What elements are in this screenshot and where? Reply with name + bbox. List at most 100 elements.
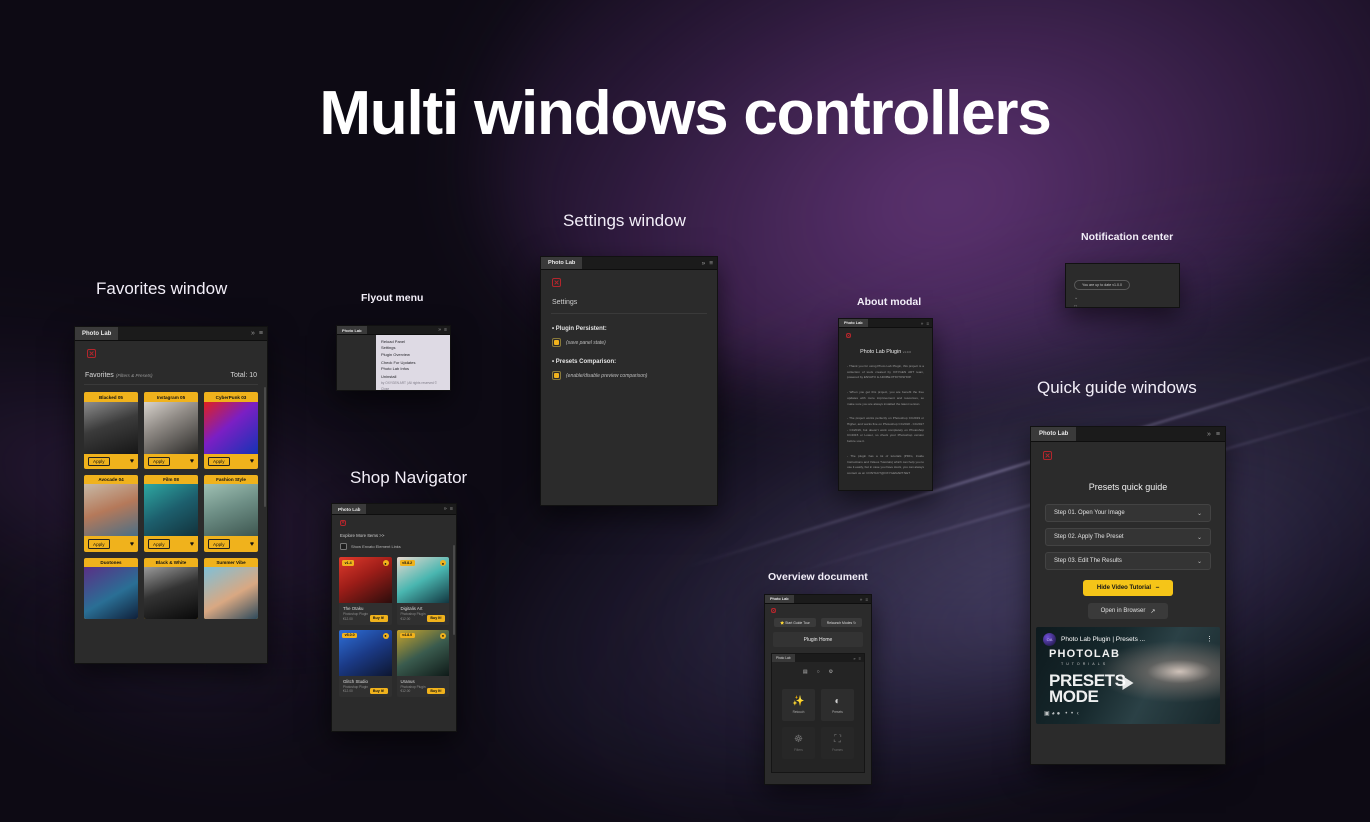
window-tab-photo-lab[interactable]: Photo Lab <box>337 326 367 334</box>
preset-card[interactable]: Black & White <box>144 557 198 620</box>
preset-card[interactable]: Blacked 05 Apply ♥ <box>84 392 138 469</box>
chevron-down-icon[interactable]: ⌄ <box>1197 558 1202 565</box>
apply-button[interactable]: Apply <box>148 539 170 549</box>
shop-item-card[interactable]: v5.8.2 ● Digitalis Art Photoshop Plugin €12.… <box>396 557 449 625</box>
hamburger-menu-icon[interactable]: ≡ <box>859 656 861 661</box>
shop-navigator-window[interactable]: Photo Lab » ≡ ✕ Explore More Items >> Sh… <box>331 503 457 732</box>
collapse-icon[interactable]: » <box>921 321 924 326</box>
embedded-tab-photo-lab[interactable]: Photo Lab <box>772 654 795 663</box>
chevron-down-icon[interactable]: ⌄ <box>1197 510 1202 517</box>
close-icon[interactable]: ✕ <box>87 349 96 358</box>
window-tab-photo-lab[interactable]: Photo Lab <box>75 327 119 340</box>
setting-checkbox[interactable] <box>552 338 561 347</box>
preset-card[interactable]: Duotones <box>84 557 138 620</box>
apply-button[interactable]: Apply <box>88 539 110 549</box>
overview-action-button[interactable]: Relaunch Modes ↻ <box>820 618 863 628</box>
collapse-icon[interactable]: » <box>438 327 441 333</box>
explore-more-link[interactable]: Explore More Items >> <box>332 526 456 538</box>
quick-guide-step[interactable]: Step 03. Edit The Results ⌄ <box>1045 552 1211 570</box>
close-icon[interactable]: ✕ <box>340 520 346 526</box>
flyout-menu-window[interactable]: Photo Lab » ≡ Reload Panel Settings Plugin… <box>336 325 451 391</box>
window-tab-photo-lab[interactable]: Photo Lab <box>541 257 583 269</box>
favorites-scrollbar[interactable] <box>264 387 266 507</box>
heart-icon[interactable]: ♥ <box>190 541 194 548</box>
apply-button[interactable]: Apply <box>208 539 230 549</box>
menu-item[interactable]: Uninstall <box>380 373 446 379</box>
show-envato-links-checkbox[interactable]: Show Envato Element Links <box>332 538 456 550</box>
notification-center-window[interactable]: You are up to date v1.0.0 ⌄ □ <box>1065 263 1180 308</box>
video-more-dots[interactable]: • • ‹ <box>1065 711 1080 717</box>
close-icon[interactable]: ✕ <box>552 278 561 287</box>
heart-icon[interactable]: ♥ <box>130 541 134 548</box>
hamburger-menu-icon[interactable]: ≡ <box>926 321 929 326</box>
menu-item[interactable]: Settings <box>380 345 446 351</box>
buy-button[interactable]: Buy It! <box>427 615 445 622</box>
mode-cell[interactable]: ◐ Presets <box>821 689 854 722</box>
preset-card[interactable]: Film 08 Apply ♥ <box>144 474 198 552</box>
close-icon[interactable]: ✕ <box>1043 451 1052 460</box>
collapse-icon[interactable]: » <box>444 506 447 512</box>
channel-avatar[interactable]: OA <box>1043 633 1056 646</box>
preset-card[interactable]: CyberPunk 03 Apply ♥ <box>204 392 258 469</box>
apply-button[interactable]: Apply <box>88 456 110 466</box>
quick-guide-step[interactable]: Step 01. Open Your Image ⌄ <box>1045 504 1211 522</box>
hamburger-menu-icon[interactable]: ≡ <box>865 597 868 602</box>
quick-guide-step[interactable]: Step 02. Apply The Preset ⌄ <box>1045 528 1211 546</box>
collapse-icon[interactable]: » <box>251 330 255 337</box>
shop-item-card[interactable]: v4.8.0 ● Uranus Photoshop Plugin €12.00 Buy I… <box>396 629 449 698</box>
shop-item-card[interactable]: v1.4 ● The Otaku Photoshop Plugin €12.00 Buy … <box>339 557 392 625</box>
overview-action-button[interactable]: ⭐ Start Guide Tour <box>773 618 816 628</box>
window-tab-photo-lab[interactable]: Photo Lab <box>839 319 868 327</box>
buy-button[interactable]: Buy It! <box>427 687 445 695</box>
collapse-icon[interactable]: » <box>860 597 863 602</box>
apply-button[interactable]: Apply <box>148 456 170 466</box>
play-button-icon[interactable] <box>1122 676 1134 691</box>
menu-item[interactable]: Plugin Overview <box>380 352 446 358</box>
plugin-home-button[interactable]: Plugin Home <box>773 632 863 648</box>
box-icon[interactable]: □ <box>1074 304 1171 307</box>
cart-icon[interactable]: ● <box>382 632 389 639</box>
hamburger-menu-icon[interactable]: ≡ <box>450 506 453 512</box>
shop-item-card[interactable]: v5.0.0 ● Glitch Studio Photoshop Plugin €12.… <box>339 629 392 698</box>
heart-icon[interactable]: ♥ <box>190 458 194 465</box>
cart-icon[interactable]: ● <box>440 560 446 566</box>
mode-cell[interactable]: ✨ Retouch <box>782 689 815 722</box>
preset-card[interactable]: Avocade 04 Apply ♥ <box>84 474 138 552</box>
settings-window[interactable]: Photo Lab » ≡ ✕ Settings • Plugin Persis… <box>540 256 718 506</box>
shop-scrollbar[interactable] <box>453 545 455 635</box>
video-tutorial-player[interactable]: OA Photo Lab Plugin | Presets ... ⋮ PHOT… <box>1036 627 1220 724</box>
heart-icon[interactable]: ♥ <box>250 541 254 548</box>
overview-document-window[interactable]: Photo Lab » ≡ ✕ ⭐ Start Guide Tour Relaun… <box>764 594 872 785</box>
hamburger-menu-icon[interactable]: ≡ <box>444 327 447 333</box>
menu-item[interactable]: Check For Updates <box>380 359 446 365</box>
chevron-down-icon[interactable]: ⌄ <box>1074 295 1171 301</box>
window-tab-photo-lab[interactable]: Photo Lab <box>332 504 367 514</box>
setting-checkbox[interactable] <box>552 371 561 380</box>
collapse-icon[interactable]: » <box>1207 431 1211 438</box>
hide-video-tutorial-button[interactable]: Hide Video Tutorial ⎯ <box>1082 580 1174 596</box>
hamburger-menu-icon[interactable]: ≡ <box>1216 431 1220 438</box>
preset-card[interactable]: Instagram 05 Apply ♥ <box>144 392 198 469</box>
cart-icon[interactable]: ● <box>382 560 389 566</box>
mode-cell[interactable]: ⛶ Frames <box>821 727 854 760</box>
hamburger-menu-icon[interactable]: ≡ <box>709 260 713 267</box>
preset-card[interactable]: Fashion Style Apply ♥ <box>204 474 258 552</box>
window-tab-photo-lab[interactable]: Photo Lab <box>1031 427 1077 441</box>
heart-icon[interactable]: ♥ <box>250 458 254 465</box>
open-in-browser-button[interactable]: Open in Browser ↗ <box>1087 603 1169 619</box>
quick-guide-window[interactable]: Photo Lab » ≡ ✕ Presets quick guide Step… <box>1030 426 1226 765</box>
mode-cell[interactable]: ☸ Filters <box>782 727 815 760</box>
chevron-down-icon[interactable]: ⌄ <box>1197 534 1202 541</box>
favorites-window[interactable]: Photo Lab » ≡ ✕ Favorites (Filters & Pres… <box>74 326 268 664</box>
cart-icon[interactable]: ● <box>440 632 446 639</box>
buy-button[interactable]: Buy It! <box>369 687 388 695</box>
apply-button[interactable]: Apply <box>208 456 230 466</box>
menu-item[interactable]: Reload Panel <box>380 338 446 344</box>
collapse-icon[interactable]: » <box>702 260 706 267</box>
checkbox-box[interactable] <box>340 543 347 550</box>
collapse-icon[interactable]: » <box>853 656 855 661</box>
menu-item[interactable]: Photo Lab Infos <box>380 366 446 372</box>
preset-card[interactable]: Summer Vibe <box>204 557 258 620</box>
buy-button[interactable]: Buy It! <box>369 615 388 622</box>
heart-icon[interactable]: ♥ <box>130 458 134 465</box>
